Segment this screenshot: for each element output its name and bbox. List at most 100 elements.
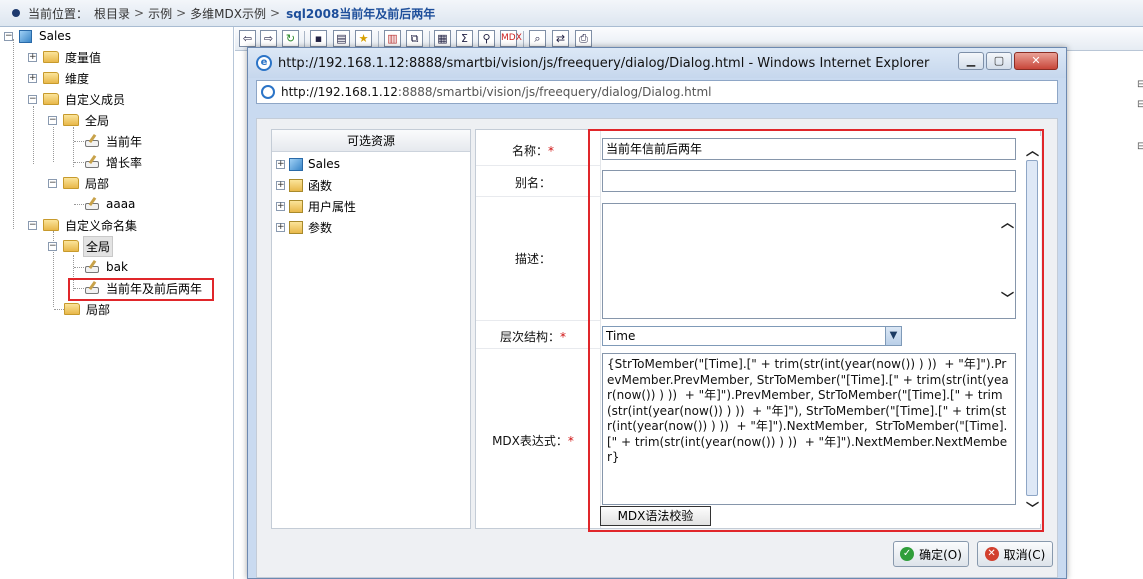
collapse-icon[interactable]: − <box>28 94 37 104</box>
resource-node-sales[interactable]: + Sales <box>276 155 340 173</box>
folder-icon <box>43 93 59 105</box>
resources-title: 可选资源 <box>272 130 470 152</box>
expand-icon[interactable]: + <box>276 201 285 211</box>
breadcrumb: 当前位置： 根目录 > 示例 > 多维MDX示例 > sql2008当前年及前后… <box>0 0 1143 27</box>
breadcrumb-item-root[interactable]: 根目录 <box>94 5 130 22</box>
swap-icon[interactable]: ⇄ <box>552 30 569 47</box>
page-icon <box>261 85 275 99</box>
collapse-icon[interactable]: − <box>28 220 37 230</box>
tree-node-local[interactable]: − 局部 <box>48 174 111 192</box>
resource-label: 参数 <box>308 220 333 235</box>
tree-node-dimensions[interactable]: + 维度 <box>28 69 91 87</box>
tree-node-global-sets[interactable]: − 全局 <box>48 235 114 257</box>
mdx-named-set-dialog: e http://192.168.1.12:8888/smartbi/visio… <box>247 47 1067 579</box>
user-attribute-folder-icon <box>289 199 303 213</box>
export-icon[interactable]: ⧉ <box>406 30 423 47</box>
breadcrumb-item-examples[interactable]: 示例 <box>148 5 172 22</box>
tree-label: 全局 <box>83 235 114 257</box>
tree-node-sales[interactable]: − Sales <box>4 27 73 45</box>
ok-button[interactable]: ✓ 确定(O) <box>893 541 969 567</box>
close-button[interactable]: ✕ <box>1014 52 1058 70</box>
resource-label: 用户属性 <box>308 199 357 214</box>
expand-icon[interactable]: + <box>276 180 285 190</box>
function-folder-icon <box>289 178 303 192</box>
expand-icon[interactable]: + <box>28 73 37 83</box>
available-resources-panel: 可选资源 + Sales + 函数 + 用户属性 + 参数 <box>271 129 471 529</box>
search-icon[interactable]: ⌕ <box>529 30 546 47</box>
tree-node-aaaa[interactable]: aaaa <box>84 195 137 213</box>
highlight-frame <box>68 278 214 301</box>
expand-icon[interactable]: + <box>276 222 285 232</box>
breadcrumb-separator: > <box>134 6 145 20</box>
expand-icon[interactable]: + <box>276 159 285 169</box>
tree-node-growth-rate[interactable]: 增长率 <box>84 153 144 171</box>
address-path: :8888/smartbi/vision/js/freequery/dialog… <box>397 85 712 99</box>
tree-node-bak[interactable]: bak <box>84 258 130 276</box>
folder-icon <box>64 303 80 315</box>
collapse-icon[interactable]: − <box>4 31 13 41</box>
expand-icon[interactable]: + <box>28 52 37 62</box>
resource-label: 函数 <box>308 178 333 193</box>
tree-node-current-year[interactable]: 当前年 <box>84 132 144 150</box>
mdx-icon[interactable]: MDX <box>500 30 522 47</box>
breadcrumb-separator: > <box>270 6 281 20</box>
breadcrumb-separator: > <box>176 6 187 20</box>
tree-label: 度量值 <box>65 50 102 65</box>
save-icon[interactable]: ▪ <box>310 30 327 47</box>
resource-node-user-attributes[interactable]: + 用户属性 <box>276 197 356 215</box>
parameter-folder-icon <box>289 220 303 234</box>
tree-label: 当前年 <box>106 134 143 149</box>
description-label: 描述： <box>514 252 551 266</box>
sum-icon[interactable]: Σ <box>456 30 473 47</box>
tree-node-custom-members[interactable]: − 自定义成员 <box>28 90 127 108</box>
breadcrumb-prefix: 当前位置： <box>28 6 89 21</box>
folder-icon <box>63 177 79 189</box>
dialog-titlebar[interactable]: e http://192.168.1.12:8888/smartbi/visio… <box>248 48 1066 78</box>
right-panel-marker-icon: ⊟ <box>1137 141 1143 152</box>
favorite-icon[interactable]: ★ <box>355 30 372 47</box>
tree-node-measures[interactable]: + 度量值 <box>28 48 103 66</box>
right-panel-marker-icon: ⊟ <box>1137 79 1143 90</box>
cancel-icon: ✕ <box>984 547 999 561</box>
named-set-icon <box>84 260 100 274</box>
tree-label: Sales <box>39 29 71 43</box>
tree-label: aaaa <box>106 197 136 211</box>
right-panel: ⊟ ⊟ ⊟ <box>1067 51 1143 579</box>
name-label: 名称：* <box>511 144 554 158</box>
tree-node-local-sets[interactable]: 局部 <box>64 300 112 318</box>
tree-node-global[interactable]: − 全局 <box>48 111 111 129</box>
save-as-icon[interactable]: ▤ <box>333 30 350 47</box>
print-icon[interactable]: ⎙ <box>575 30 592 47</box>
forward-icon[interactable]: ⇨ <box>260 30 277 47</box>
right-panel-marker-icon: ⊟ <box>1137 99 1143 110</box>
chart-icon[interactable]: ▥ <box>384 30 401 47</box>
settings-icon[interactable]: ▦ <box>434 30 451 47</box>
resource-node-parameters[interactable]: + 参数 <box>276 218 332 236</box>
tree-label: 局部 <box>86 302 111 317</box>
cube-icon <box>19 29 32 43</box>
member-icon <box>84 134 100 148</box>
filter-icon[interactable]: ⚲ <box>478 30 495 47</box>
dialog-body: 可选资源 + Sales + 函数 + 用户属性 + 参数 名称：* 当前年信前… <box>256 118 1058 578</box>
refresh-icon[interactable]: ↻ <box>282 30 299 47</box>
maximize-button[interactable]: ▢ <box>986 52 1012 70</box>
minimize-button[interactable]: ▁ <box>958 52 984 70</box>
tree-label: 自定义成员 <box>65 92 126 107</box>
cancel-button[interactable]: ✕ 取消(C) <box>977 541 1053 567</box>
tree-node-custom-sets[interactable]: − 自定义命名集 <box>28 216 139 234</box>
folder-icon <box>43 219 59 231</box>
collapse-icon[interactable]: − <box>48 178 57 188</box>
location-bullet-icon <box>12 9 20 17</box>
address-bar[interactable]: http://192.168.1.12:8888/smartbi/vision/… <box>256 80 1058 104</box>
highlight-frame <box>588 129 1044 532</box>
breadcrumb-item-mdx-examples[interactable]: 多维MDX示例 <box>190 5 266 22</box>
resource-label: Sales <box>308 157 340 171</box>
collapse-icon[interactable]: − <box>48 241 57 251</box>
internet-explorer-icon: e <box>256 55 272 71</box>
resource-node-functions[interactable]: + 函数 <box>276 176 332 194</box>
collapse-icon[interactable]: − <box>48 115 57 125</box>
dialog-title: http://192.168.1.12:8888/smartbi/vision/… <box>278 55 930 71</box>
folder-icon <box>43 51 59 63</box>
back-icon[interactable]: ⇦ <box>239 30 256 47</box>
tree-label: 局部 <box>85 176 110 191</box>
